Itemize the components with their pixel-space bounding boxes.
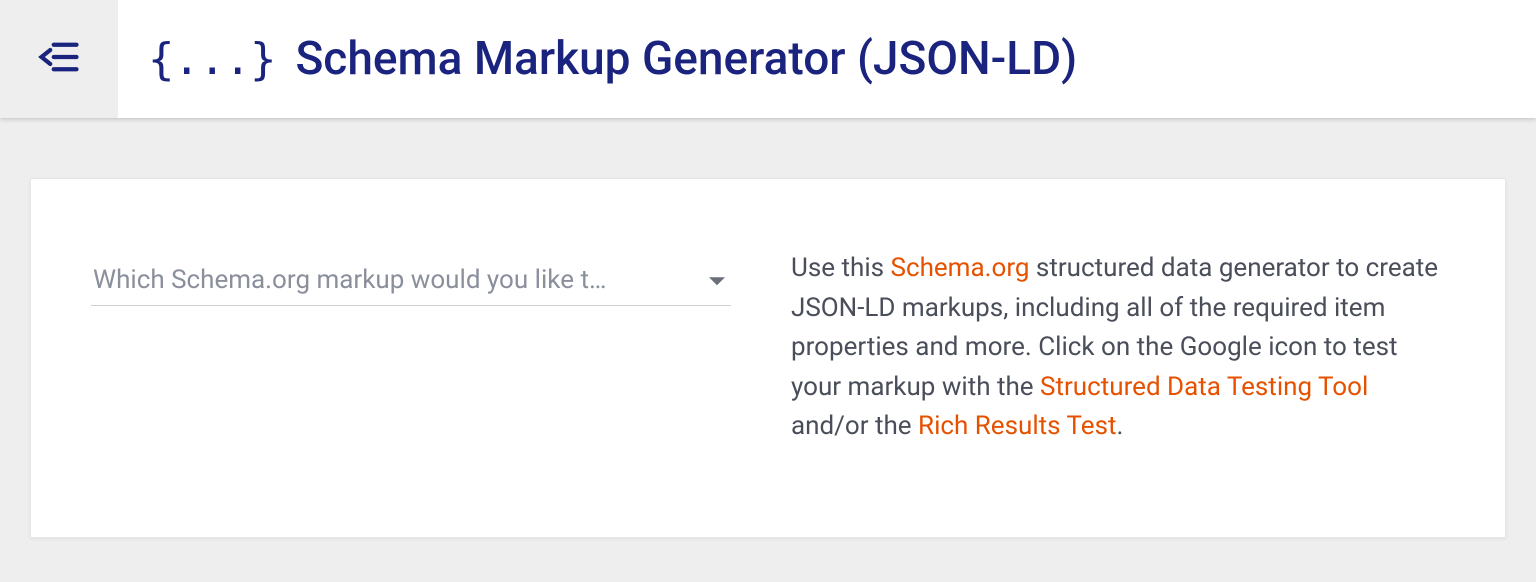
- description-column: Use this Schema.org structured data gene…: [791, 249, 1445, 447]
- app-header: {...} Schema Markup Generator (JSON-LD): [0, 0, 1536, 118]
- structured-data-testing-tool-link[interactable]: Structured Data Testing Tool: [1040, 372, 1368, 402]
- schema-org-link[interactable]: Schema.org: [891, 253, 1030, 283]
- select-placeholder: Which Schema.org markup would you like t…: [93, 265, 691, 295]
- desc-part: .: [1117, 411, 1124, 441]
- page-title: Schema Markup Generator (JSON-LD): [295, 32, 1077, 86]
- main-card: Which Schema.org markup would you like t…: [30, 178, 1506, 538]
- collapse-menu-button[interactable]: [0, 0, 118, 118]
- desc-part: and/or the: [791, 411, 918, 441]
- chevron-down-icon: [709, 277, 725, 285]
- select-column: Which Schema.org markup would you like t…: [91, 249, 731, 447]
- schema-type-select[interactable]: Which Schema.org markup would you like t…: [91, 259, 731, 306]
- desc-part: Use this: [791, 253, 891, 283]
- json-braces-icon: {...}: [148, 34, 275, 85]
- description-text: Use this Schema.org structured data gene…: [791, 249, 1445, 447]
- title-area: {...} Schema Markup Generator (JSON-LD): [118, 32, 1077, 86]
- rich-results-test-link[interactable]: Rich Results Test: [918, 411, 1116, 441]
- menu-collapse-icon: [38, 36, 80, 82]
